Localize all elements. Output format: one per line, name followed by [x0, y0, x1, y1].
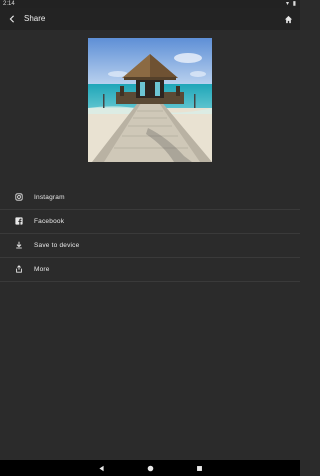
share-option-more[interactable]: More	[0, 258, 300, 282]
nav-home-button[interactable]	[145, 463, 155, 473]
nav-recents-icon	[196, 465, 202, 471]
share-option-instagram[interactable]: Instagram	[0, 186, 300, 210]
share-options-list: Instagram Facebook Save to device More	[0, 186, 300, 282]
shared-image-preview[interactable]	[88, 38, 212, 162]
nav-recents-button[interactable]	[194, 463, 204, 473]
beach-hut-image	[88, 38, 212, 162]
share-option-save-to-device[interactable]: Save to device	[0, 234, 300, 258]
app-bar: Share	[0, 8, 300, 30]
share-option-label: More	[34, 266, 50, 273]
download-icon	[14, 240, 24, 250]
nav-back-button[interactable]	[96, 463, 106, 473]
status-bar: 2:14 ▾ ▮	[0, 0, 300, 8]
home-icon	[284, 15, 292, 23]
share-option-label: Facebook	[34, 218, 65, 225]
back-arrow-icon	[9, 15, 14, 23]
share-option-label: Instagram	[34, 194, 65, 201]
home-button[interactable]	[280, 11, 296, 27]
back-button[interactable]	[4, 11, 20, 27]
nav-back-icon	[98, 465, 104, 471]
system-nav-bar	[0, 460, 300, 476]
share-option-label: Save to device	[34, 242, 80, 249]
share-icon	[14, 264, 24, 274]
nav-home-icon	[147, 465, 153, 471]
facebook-icon	[14, 216, 24, 226]
share-option-facebook[interactable]: Facebook	[0, 210, 300, 234]
status-icons: ▾ ▮	[286, 1, 297, 7]
page-title: Share	[24, 14, 46, 23]
instagram-icon	[14, 192, 24, 202]
status-time: 2:14	[3, 1, 15, 7]
